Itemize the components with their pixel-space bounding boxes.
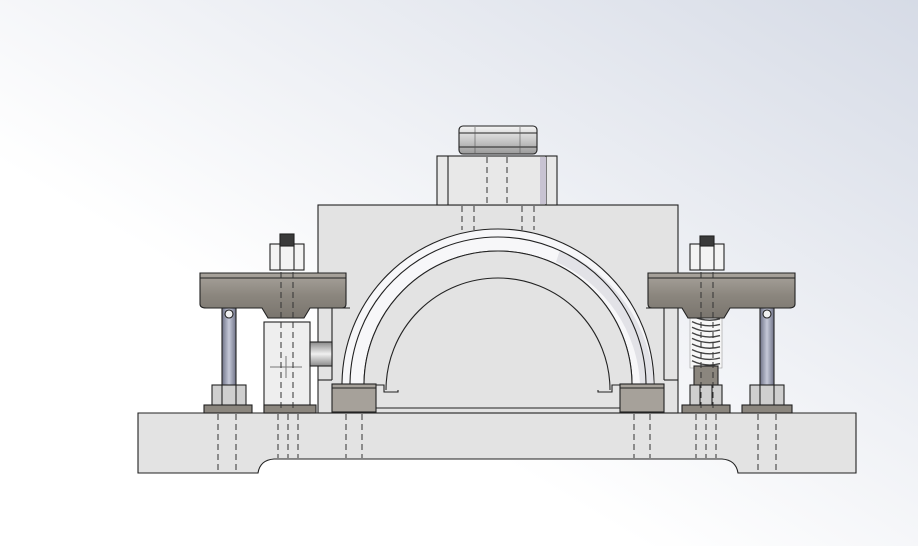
cad-viewport[interactable] [0,0,918,546]
top-cap-nut[interactable] [458,125,538,155]
top-boss[interactable] [436,155,558,206]
assembly-drawing[interactable] [0,0,918,546]
